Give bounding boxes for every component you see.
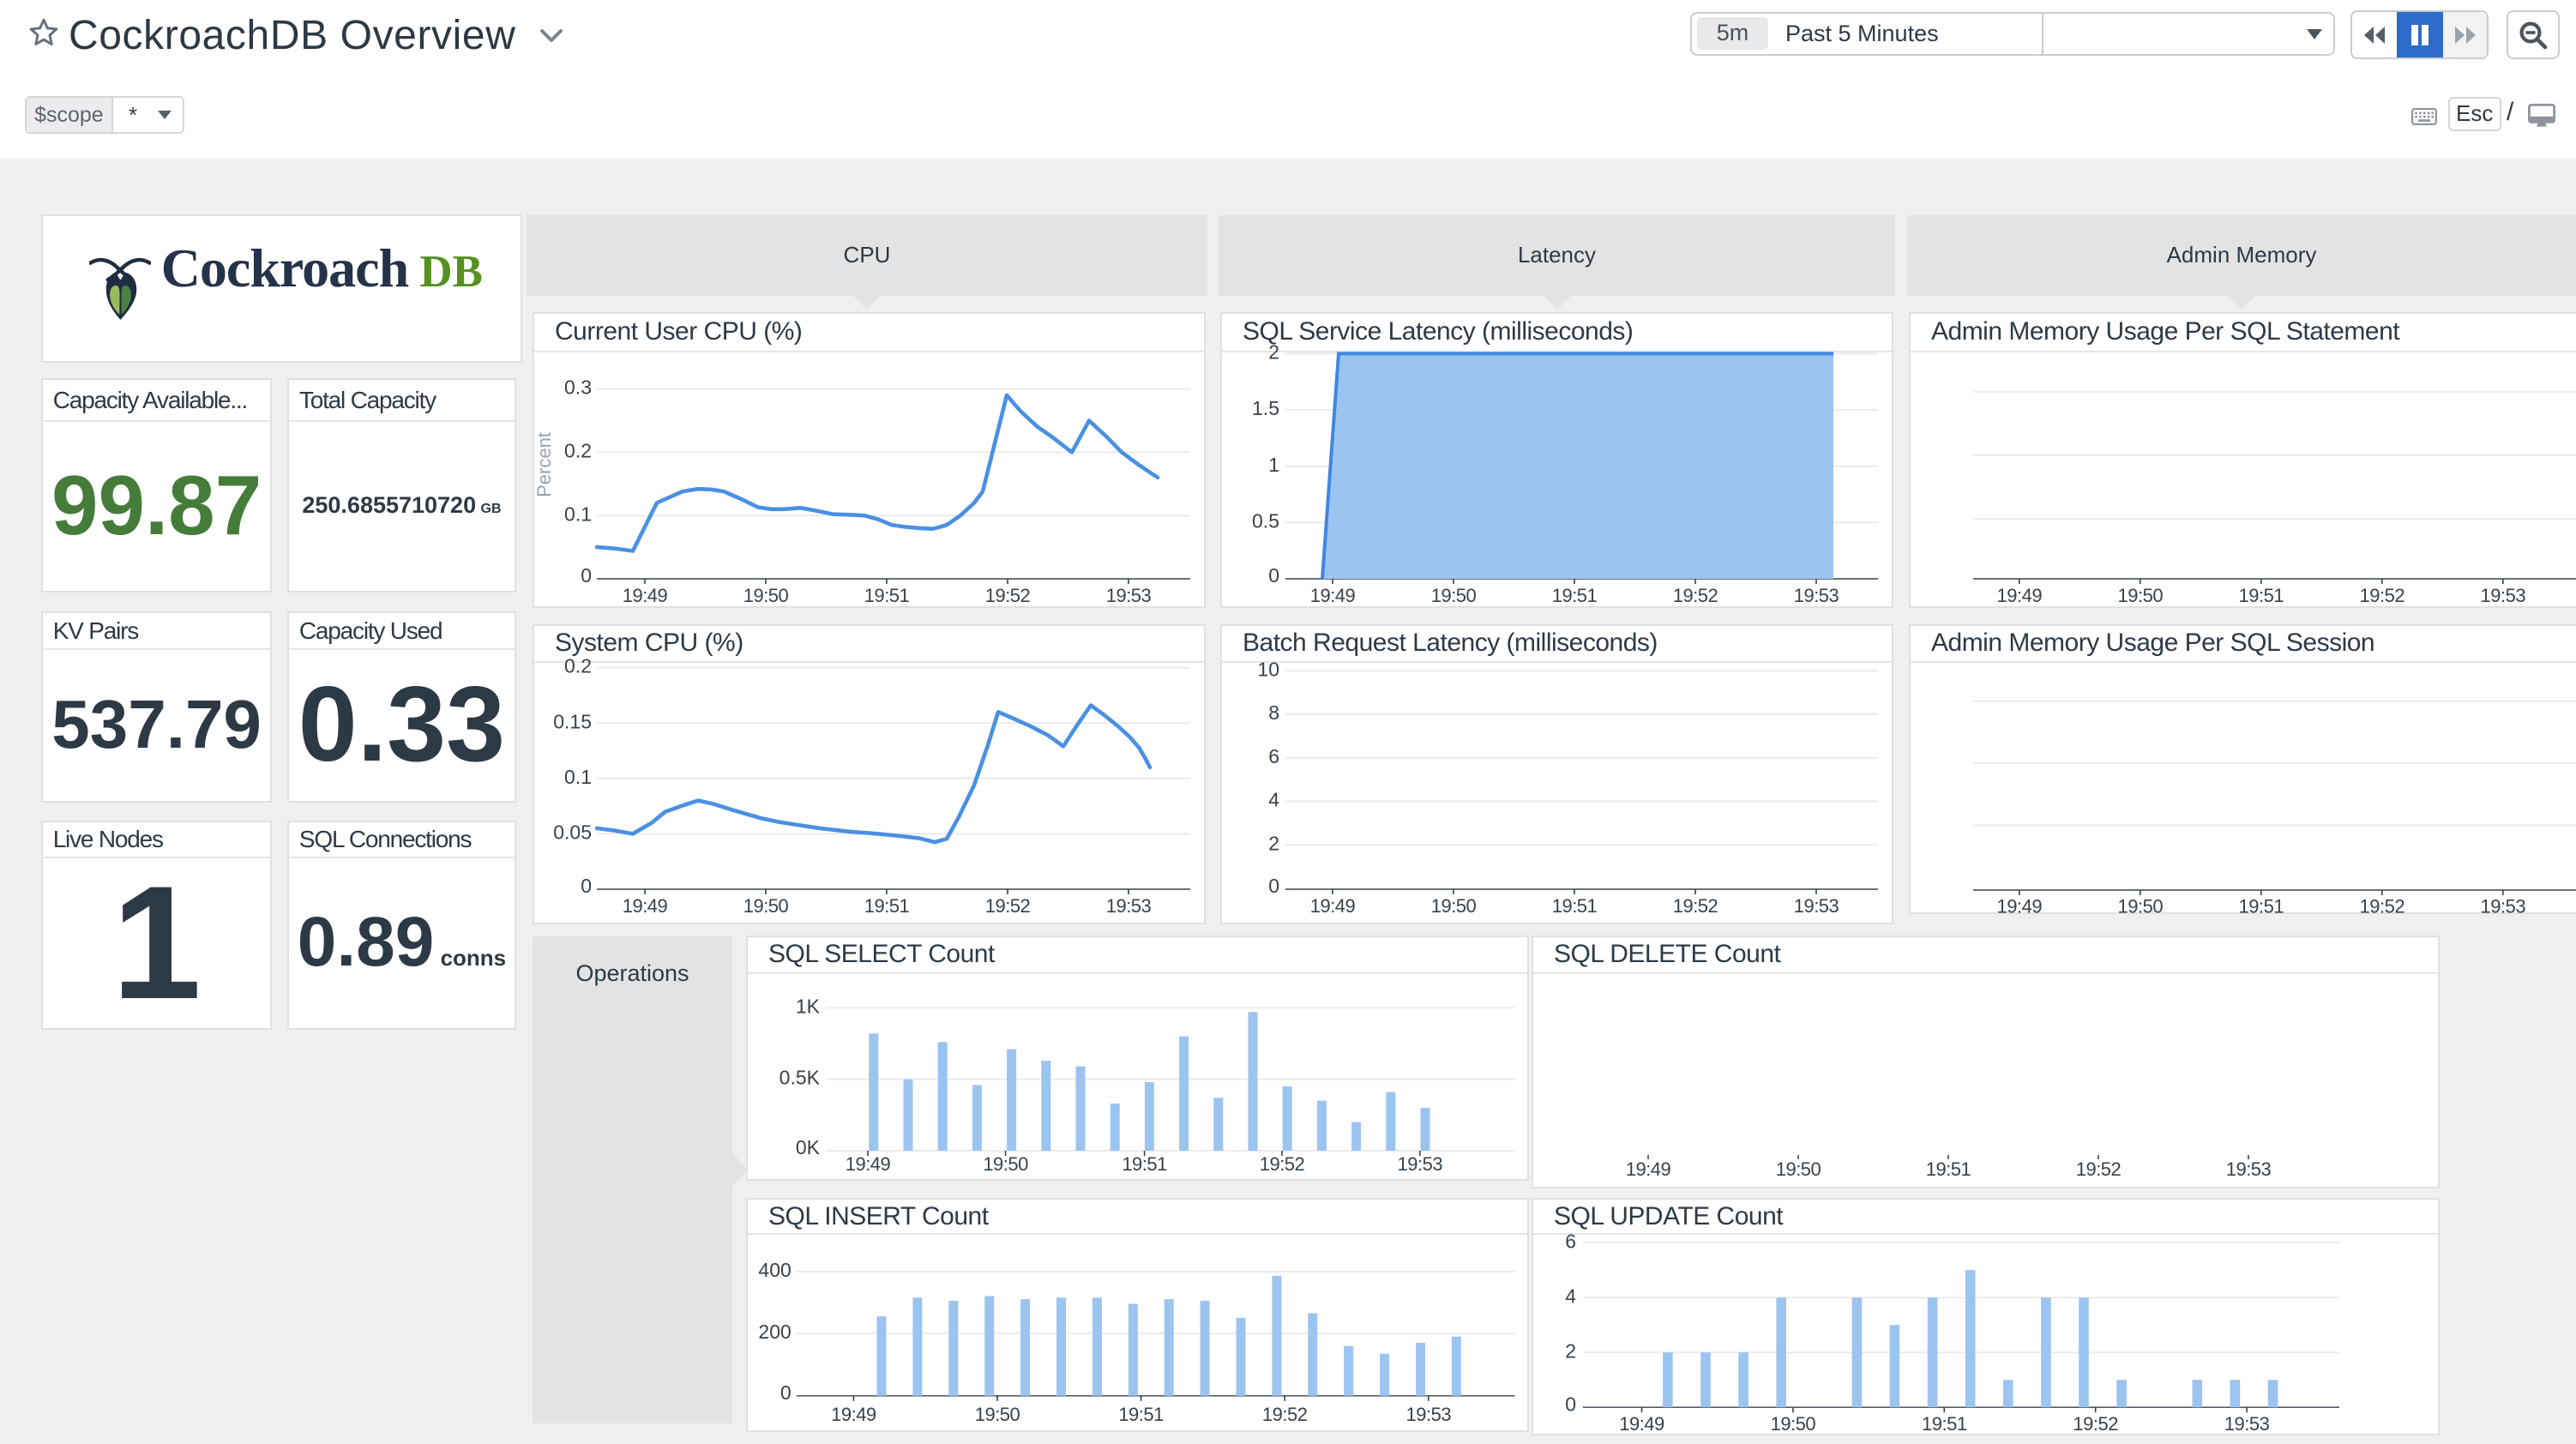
svg-text:6: 6 bbox=[1268, 745, 1279, 767]
svg-text:8: 8 bbox=[1268, 701, 1279, 724]
svg-text:19:50: 19:50 bbox=[1431, 585, 1477, 606]
svg-text:19:50: 19:50 bbox=[1771, 1413, 1816, 1435]
svg-text:19:52: 19:52 bbox=[2076, 1158, 2122, 1180]
svg-text:19:52: 19:52 bbox=[1262, 1404, 1308, 1425]
svg-text:19:53: 19:53 bbox=[2481, 585, 2526, 606]
svg-text:19:52: 19:52 bbox=[1673, 895, 1718, 917]
svg-text:0.05: 0.05 bbox=[553, 821, 592, 843]
svg-text:19:52: 19:52 bbox=[985, 585, 1031, 606]
svg-text:2: 2 bbox=[1268, 340, 1279, 363]
svg-text:0.2: 0.2 bbox=[564, 439, 592, 461]
svg-text:19:52: 19:52 bbox=[2360, 896, 2405, 916]
svg-text:4: 4 bbox=[1565, 1285, 1576, 1307]
svg-text:400: 400 bbox=[758, 1259, 791, 1281]
svg-text:1K: 1K bbox=[796, 995, 821, 1017]
svg-text:19:50: 19:50 bbox=[1776, 1158, 1821, 1180]
svg-text:200: 200 bbox=[758, 1321, 791, 1343]
svg-text:19:52: 19:52 bbox=[1260, 1153, 1305, 1175]
svg-text:0.15: 0.15 bbox=[553, 710, 592, 732]
svg-text:0: 0 bbox=[1268, 875, 1279, 897]
svg-text:0: 0 bbox=[780, 1381, 791, 1404]
svg-text:19:53: 19:53 bbox=[1106, 585, 1152, 606]
svg-text:19:51: 19:51 bbox=[864, 585, 910, 606]
svg-text:19:49: 19:49 bbox=[831, 1404, 876, 1425]
svg-text:19:52: 19:52 bbox=[985, 895, 1031, 917]
svg-text:19:50: 19:50 bbox=[1431, 895, 1477, 917]
svg-text:0: 0 bbox=[581, 564, 592, 587]
svg-text:19:50: 19:50 bbox=[983, 1153, 1028, 1175]
svg-text:19:49: 19:49 bbox=[1310, 585, 1356, 606]
svg-text:2: 2 bbox=[1565, 1339, 1576, 1362]
svg-text:0: 0 bbox=[1565, 1393, 1576, 1415]
svg-text:19:51: 19:51 bbox=[1926, 1158, 1971, 1180]
svg-text:19:49: 19:49 bbox=[1626, 1158, 1671, 1180]
svg-text:19:51: 19:51 bbox=[1552, 585, 1598, 606]
svg-text:0.3: 0.3 bbox=[564, 376, 592, 399]
svg-text:0: 0 bbox=[581, 875, 592, 897]
svg-text:19:51: 19:51 bbox=[1552, 895, 1598, 917]
svg-text:19:53: 19:53 bbox=[1794, 585, 1839, 606]
svg-text:1.5: 1.5 bbox=[1252, 397, 1279, 419]
svg-text:0.1: 0.1 bbox=[564, 766, 592, 788]
svg-text:2: 2 bbox=[1268, 832, 1279, 854]
svg-text:6: 6 bbox=[1565, 1230, 1576, 1252]
svg-text:19:50: 19:50 bbox=[743, 895, 789, 917]
svg-text:10: 10 bbox=[1257, 658, 1279, 680]
svg-text:19:53: 19:53 bbox=[2224, 1413, 2270, 1435]
svg-text:Percent: Percent bbox=[534, 432, 555, 497]
svg-text:19:52: 19:52 bbox=[2073, 1413, 2118, 1435]
svg-text:19:53: 19:53 bbox=[1398, 1153, 1443, 1175]
svg-text:19:50: 19:50 bbox=[2118, 585, 2164, 606]
svg-text:19:50: 19:50 bbox=[743, 585, 789, 606]
svg-text:19:49: 19:49 bbox=[623, 895, 668, 917]
svg-text:19:49: 19:49 bbox=[1997, 585, 2043, 606]
svg-text:19:51: 19:51 bbox=[1922, 1413, 1967, 1435]
svg-text:19:52: 19:52 bbox=[2360, 585, 2405, 606]
svg-text:4: 4 bbox=[1268, 789, 1279, 811]
svg-text:19:49: 19:49 bbox=[1619, 1413, 1664, 1435]
svg-text:1: 1 bbox=[1268, 454, 1279, 476]
svg-text:19:52: 19:52 bbox=[1673, 585, 1718, 606]
svg-text:19:51: 19:51 bbox=[2239, 585, 2284, 606]
svg-text:19:49: 19:49 bbox=[1997, 896, 2043, 916]
svg-text:19:50: 19:50 bbox=[2118, 896, 2164, 916]
svg-text:0K: 0K bbox=[796, 1136, 821, 1158]
svg-text:0: 0 bbox=[1268, 564, 1279, 587]
svg-text:19:51: 19:51 bbox=[1118, 1404, 1164, 1425]
svg-text:19:53: 19:53 bbox=[1406, 1404, 1452, 1425]
svg-text:19:51: 19:51 bbox=[1122, 1153, 1167, 1175]
svg-text:19:51: 19:51 bbox=[2239, 896, 2284, 916]
svg-text:19:53: 19:53 bbox=[1106, 895, 1152, 917]
svg-text:19:51: 19:51 bbox=[864, 895, 910, 917]
svg-text:0.5: 0.5 bbox=[1252, 509, 1279, 532]
svg-text:0.2: 0.2 bbox=[564, 655, 592, 677]
svg-text:19:50: 19:50 bbox=[975, 1404, 1020, 1425]
svg-text:0.1: 0.1 bbox=[564, 502, 592, 525]
svg-text:19:49: 19:49 bbox=[1310, 895, 1356, 917]
svg-text:19:53: 19:53 bbox=[2481, 896, 2526, 916]
svg-text:19:49: 19:49 bbox=[846, 1153, 891, 1175]
svg-text:19:49: 19:49 bbox=[623, 585, 668, 606]
svg-text:0.5K: 0.5K bbox=[779, 1067, 821, 1089]
svg-text:19:53: 19:53 bbox=[1794, 895, 1839, 917]
svg-text:19:53: 19:53 bbox=[2226, 1158, 2272, 1180]
